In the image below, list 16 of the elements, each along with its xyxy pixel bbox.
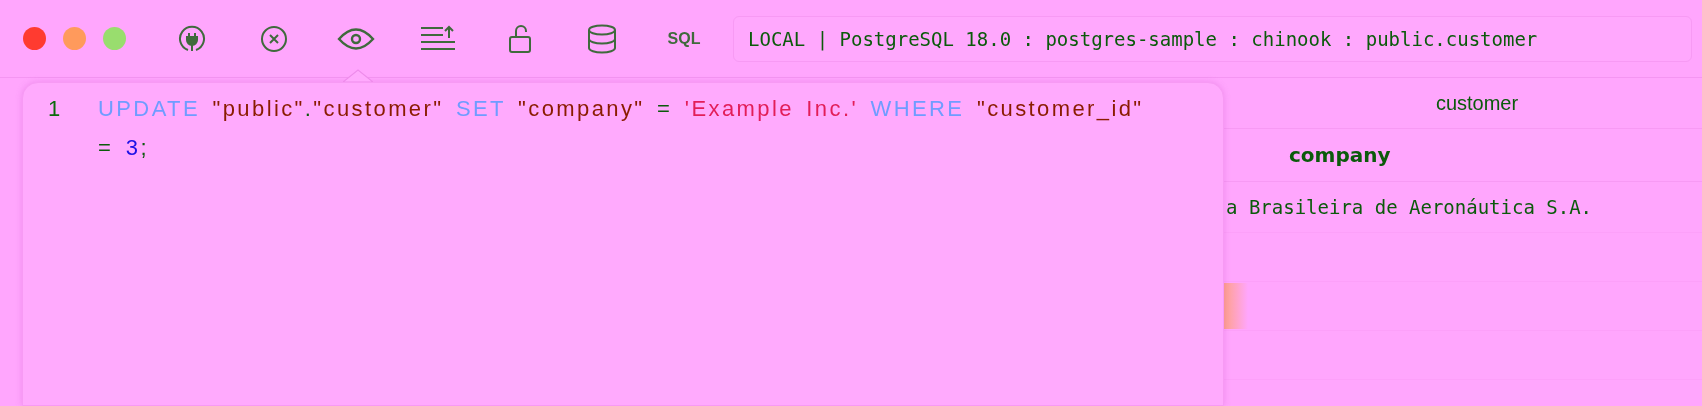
sql-button[interactable]: SQL	[643, 13, 725, 64]
eye-icon	[337, 25, 375, 52]
line-number: 1	[46, 95, 62, 123]
connection-field[interactable]: LOCAL | PostgreSQL 18.0 : postgres-sample : chinook : public.customer	[733, 15, 1692, 62]
window-control-button[interactable]	[23, 27, 46, 50]
code-line: = 3;	[98, 134, 150, 162]
table-title: customer	[1222, 78, 1702, 129]
unlocked-lock-icon	[508, 23, 532, 54]
column-header[interactable]: company	[1289, 143, 1391, 167]
code-line: UPDATE "public"."customer" SET "company" = 'Example Inc.' WHERE "customer_id"	[98, 95, 1144, 123]
row-indicator	[1222, 283, 1248, 329]
text-upload-icon	[420, 24, 456, 53]
database-icon	[587, 23, 617, 54]
close-circle-icon	[260, 24, 288, 53]
plug-icon	[178, 24, 206, 53]
table-cell-text: a Brasileira de Aeronáutica S.A.	[1225, 196, 1593, 218]
